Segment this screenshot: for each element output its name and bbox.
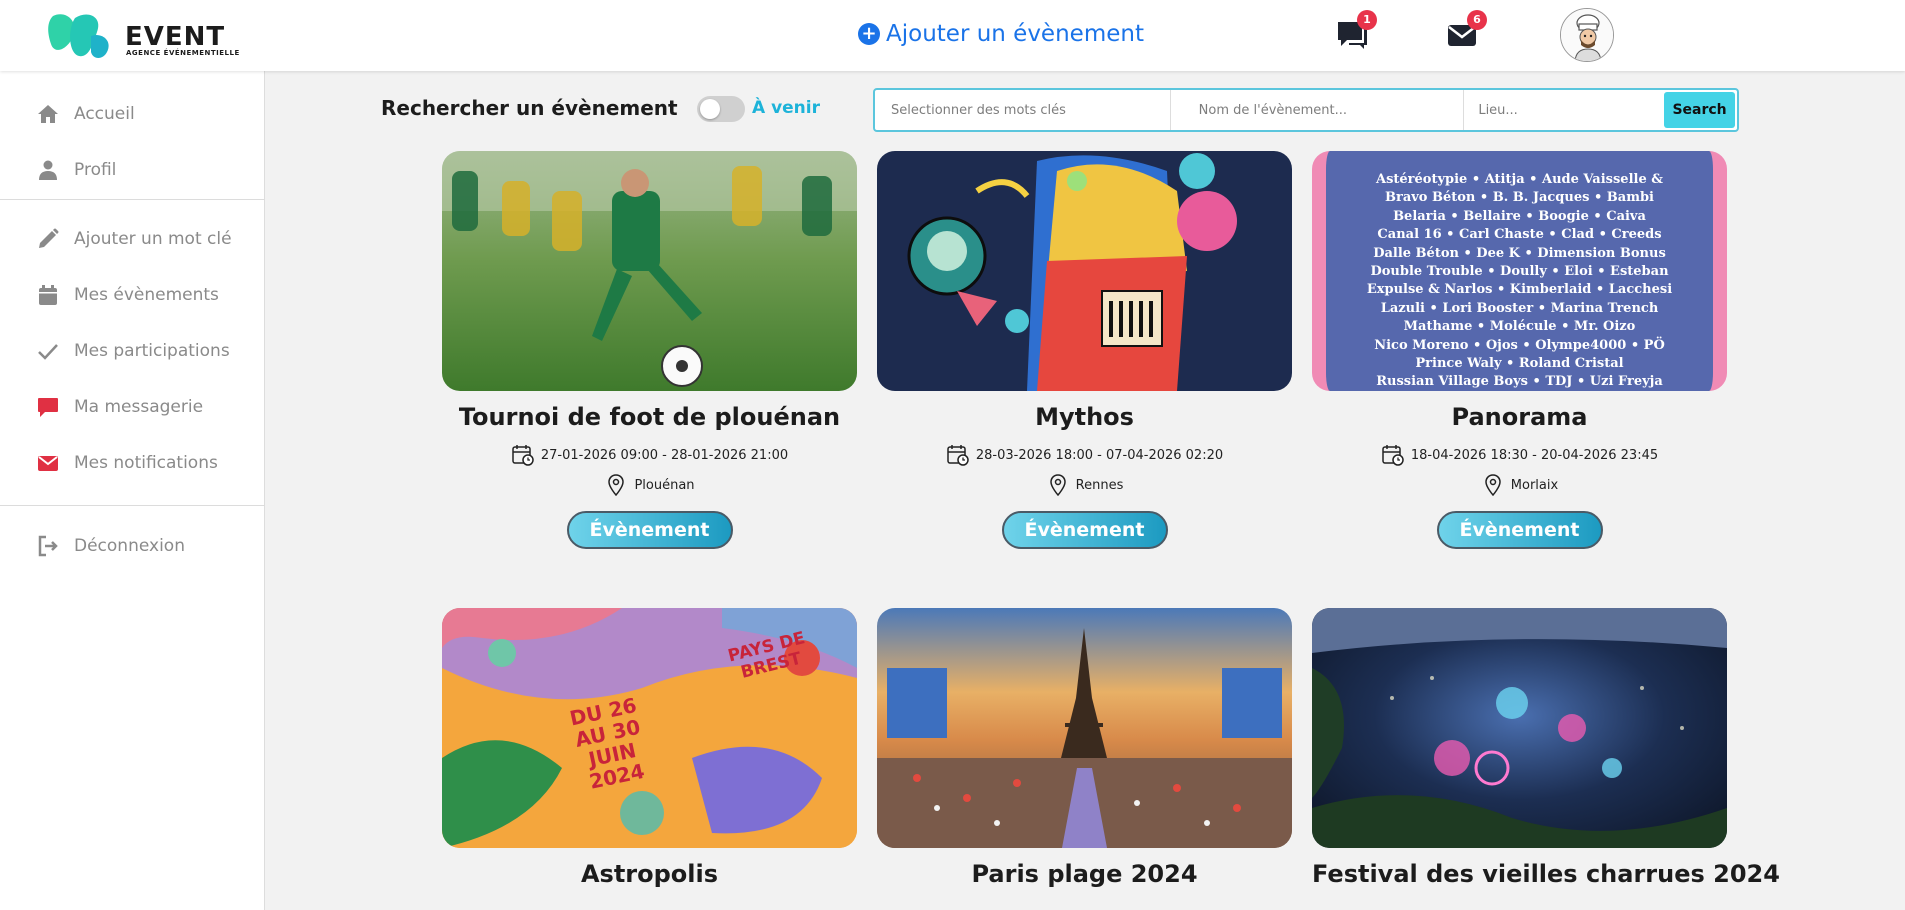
add-event-label: Ajouter un évènement [886, 21, 1144, 47]
event-title[interactable]: Festival des vieilles charrues 2024 [1312, 860, 1780, 888]
event-card[interactable]: Astéréotypie • Atitja • Aude Vaisselle &… [1312, 151, 1727, 549]
sidebar-item-label: Déconnexion [74, 536, 185, 556]
event-button[interactable]: Évènement [566, 511, 733, 549]
chef-avatar-icon [1561, 9, 1613, 61]
event-card[interactable]: Paris plage 2024 [877, 608, 1292, 888]
pencil-icon [39, 228, 59, 248]
sidebar-item-add-keyword[interactable]: Ajouter un mot clé [36, 224, 232, 254]
sidebar-item-logout[interactable]: Déconnexion [36, 531, 185, 561]
sidebar-item-messaging[interactable]: Ma messagerie [36, 392, 203, 422]
logout-icon [38, 535, 58, 557]
sidebar-item-notifications[interactable]: Mes notifications [36, 448, 218, 478]
event-image-paris-plage[interactable] [877, 608, 1292, 848]
messages-badge: 1 [1357, 10, 1377, 30]
event-location-text: Plouénan [634, 477, 695, 493]
search-title: Rechercher un évènement [381, 96, 678, 120]
brand-name: EVENT [125, 22, 226, 52]
sidebar-item-participations[interactable]: Mes participations [36, 336, 230, 366]
chat-icon [38, 398, 58, 417]
notifications-badge: 6 [1467, 10, 1487, 30]
brand-logo[interactable]: EVENT AGENCE ÉVÉNEMENTIELLE [45, 8, 245, 63]
sidebar-item-my-events[interactable]: Mes évènements [36, 280, 219, 310]
event-card[interactable]: Festival des vieilles charrues 2024 [1312, 608, 1780, 888]
event-image-astropolis[interactable]: PAYS DE BREST DU 26 AU 30 JUIN 2024 [442, 608, 857, 848]
event-dates-text: 18-04-2026 18:30 - 20-04-2026 23:45 [1410, 447, 1659, 463]
event-location: Rennes [877, 473, 1292, 497]
logo-mark-icon [48, 14, 109, 58]
calendar-clock-icon [512, 445, 534, 466]
event-location-text: Morlaix [1510, 477, 1559, 493]
sidebar-item-label: Ajouter un mot clé [74, 229, 232, 249]
brand-tagline: AGENCE ÉVÉNEMENTIELLE [126, 49, 240, 57]
sidebar-item-label: Mes évènements [74, 285, 219, 305]
user-icon [39, 160, 57, 180]
map-pin-icon [608, 474, 625, 497]
event-title[interactable]: Tournoi de foot de plouénan [442, 403, 857, 431]
upcoming-toggle[interactable] [697, 96, 745, 122]
event-location: Plouénan [442, 473, 857, 497]
event-title[interactable]: Panorama [1312, 403, 1727, 431]
keywords-select[interactable]: Selectionner des mots clés [875, 90, 1171, 130]
event-dates: 28-03-2026 18:00 - 07-04-2026 02:20 [877, 443, 1292, 467]
event-card[interactable]: Tournoi de foot de plouénan 27-01-2026 0… [442, 151, 857, 549]
home-icon [38, 105, 58, 123]
toggle-knob [700, 99, 720, 119]
sidebar-item-label: Profil [74, 160, 117, 180]
sidebar-item-accueil[interactable]: Accueil [36, 99, 135, 129]
top-bar: EVENT AGENCE ÉVÉNEMENTIELLE + Ajouter un… [0, 0, 1905, 71]
event-image-vieilles-charrues[interactable] [1312, 608, 1727, 848]
sidebar-divider [0, 505, 265, 506]
event-button[interactable]: Évènement [1001, 511, 1168, 549]
event-title[interactable]: Mythos [877, 403, 1292, 431]
calendar-icon [39, 285, 57, 305]
sidebar-item-label: Ma messagerie [74, 397, 204, 417]
sidebar-item-label: Mes participations [74, 341, 230, 361]
envelope-icon [38, 456, 58, 471]
map-pin-icon [1485, 474, 1501, 497]
sidebar-item-profil[interactable]: Profil [36, 155, 116, 185]
add-event-button[interactable]: + Ajouter un évènement [858, 17, 1144, 51]
map-pin-icon [1049, 474, 1066, 497]
sidebar-divider [0, 199, 265, 200]
event-title[interactable]: Paris plage 2024 [877, 860, 1292, 888]
event-dates: 27-01-2026 09:00 - 28-01-2026 21:00 [442, 443, 857, 467]
search-bar: Selectionner des mots clés Nom de l'évèn… [873, 88, 1739, 132]
calendar-clock-icon [947, 445, 969, 466]
sidebar-item-label: Mes notifications [74, 453, 218, 473]
upcoming-toggle-label[interactable]: À venir [752, 98, 820, 118]
sidebar: Accueil Profil Ajouter un mot clé Mes év… [0, 71, 265, 910]
user-avatar[interactable] [1560, 8, 1614, 62]
event-image-mythos[interactable] [877, 151, 1292, 391]
calendar-clock-icon [1382, 445, 1404, 466]
event-name-input[interactable]: Nom de l'évènement... [1171, 90, 1465, 130]
panorama-lineup: Astéréotypie • Atitja • Aude Vaisselle &… [1366, 172, 1673, 390]
event-dates: 18-04-2026 18:30 - 20-04-2026 23:45 [1312, 443, 1727, 467]
event-dates-text: 28-03-2026 18:00 - 07-04-2026 02:20 [975, 447, 1224, 463]
event-location: Morlaix [1312, 473, 1727, 497]
event-dates-text: 27-01-2026 09:00 - 28-01-2026 21:00 [540, 447, 789, 463]
messages-button[interactable]: 1 [1335, 10, 1377, 52]
event-image-panorama[interactable]: Astéréotypie • Atitja • Aude Vaisselle &… [1312, 151, 1727, 391]
event-button[interactable]: Évènement [1436, 511, 1603, 549]
location-input[interactable]: Lieu... [1464, 90, 1664, 130]
event-title[interactable]: Astropolis [442, 860, 857, 888]
search-button[interactable]: Search [1664, 92, 1735, 128]
check-icon [38, 344, 58, 360]
sidebar-item-label: Accueil [74, 104, 135, 124]
event-location-text: Rennes [1075, 477, 1124, 493]
plus-circle-icon: + [858, 23, 880, 45]
notifications-button[interactable]: 6 [1445, 10, 1487, 52]
event-card[interactable]: Mythos 28-03-2026 18:00 - 07-04-2026 02:… [877, 151, 1292, 549]
event-card[interactable]: PAYS DE BREST DU 26 AU 30 JUIN 2024 Astr… [442, 608, 857, 888]
event-image-football[interactable] [442, 151, 857, 391]
